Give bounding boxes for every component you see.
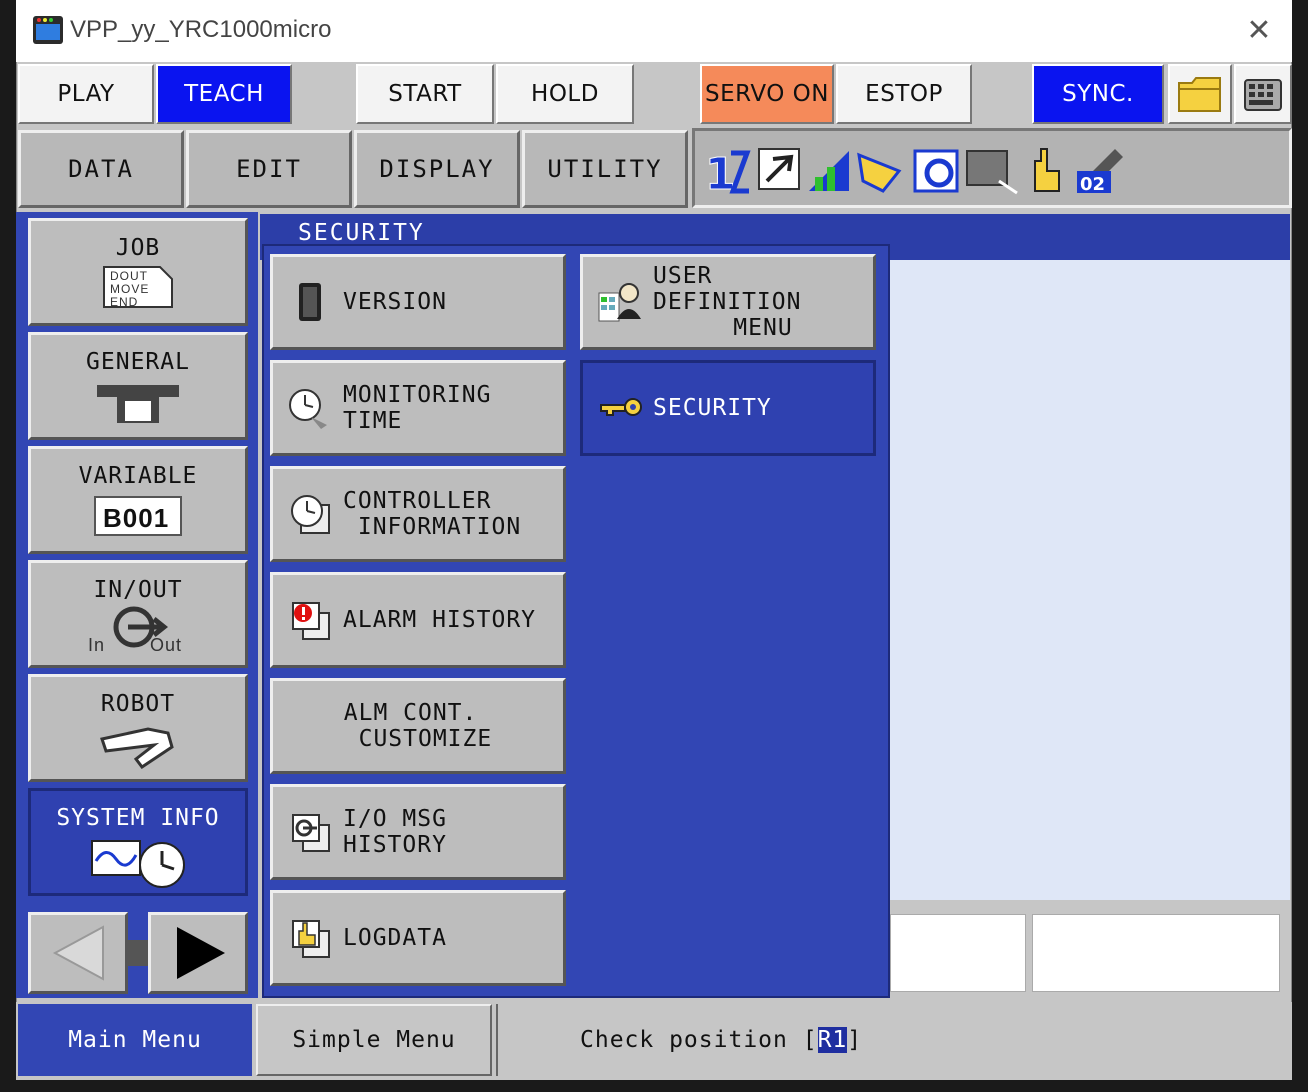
- controller-information-label-1: CONTROLLER: [343, 488, 492, 514]
- logdata-item[interactable]: LOGDATA: [270, 890, 566, 986]
- status-suffix: ]: [847, 1027, 863, 1053]
- info-box-2: [1032, 914, 1280, 992]
- left-arrow-icon: [52, 925, 104, 981]
- svg-text:DOUT: DOUT: [110, 269, 148, 283]
- job-button[interactable]: JOB DOUT MOVE END: [28, 218, 248, 326]
- version-label: VERSION: [343, 289, 447, 315]
- variable-button[interactable]: VARIABLE B001: [28, 446, 248, 554]
- mode-icon[interactable]: [857, 152, 902, 193]
- keyboard-icon: [1244, 79, 1282, 111]
- general-icon: [97, 385, 179, 423]
- alarm-history-item[interactable]: ALARM HISTORY: [270, 572, 566, 668]
- svg-text:02: 02: [1080, 174, 1105, 195]
- monitoring-time-item[interactable]: MONITORING TIME: [270, 360, 566, 456]
- inout-icon: In Out: [88, 606, 182, 653]
- svg-text:In: In: [88, 635, 105, 653]
- window-title: VPP_yy_YRC1000micro: [70, 16, 332, 43]
- user-definition-label-1: USER DEFINITION: [653, 263, 802, 315]
- prev-page-button[interactable]: [28, 912, 128, 994]
- alarm-history-label: ALARM HISTORY: [343, 607, 537, 633]
- general-button[interactable]: GENERAL: [28, 332, 248, 440]
- hold-button[interactable]: HOLD: [496, 64, 634, 124]
- variable-icon: B001: [94, 496, 182, 536]
- app-icon: [33, 16, 63, 44]
- close-icon[interactable]: ✕: [1242, 14, 1276, 48]
- logdata-label: LOGDATA: [343, 925, 447, 951]
- start-button[interactable]: START: [356, 64, 494, 124]
- sync-button[interactable]: SYNC.: [1032, 64, 1164, 124]
- status-highlight: R1: [817, 1027, 848, 1053]
- svg-text:MOVE: MOVE: [110, 282, 149, 296]
- data-menu[interactable]: DATA: [18, 130, 184, 208]
- robot-icon: [100, 727, 174, 769]
- status-icon-bar: 1 02: [692, 128, 1292, 208]
- inout-button[interactable]: IN/OUT In Out: [28, 560, 248, 668]
- system-info-label: SYSTEM INFO: [56, 805, 220, 831]
- user-definition-menu-item[interactable]: USER DEFINITION MENU: [580, 254, 876, 350]
- version-item[interactable]: VERSION: [270, 254, 566, 350]
- svg-text:END: END: [110, 295, 138, 309]
- system-info-icon: [91, 840, 185, 888]
- alm-cont-label-2: CUSTOMIZE: [343, 726, 493, 752]
- info-box-1: [890, 914, 1026, 992]
- content-area: [890, 260, 1290, 900]
- svg-text:Out: Out: [150, 635, 182, 653]
- right-arrow-icon: [177, 927, 225, 979]
- security-item[interactable]: SECURITY: [580, 360, 876, 456]
- monitoring-time-label: MONITORING TIME: [343, 382, 492, 434]
- main-menu-tab[interactable]: Main Menu: [18, 1004, 252, 1076]
- arrow-divider: [128, 940, 150, 966]
- user-definition-icon: [598, 283, 641, 322]
- speed-icon[interactable]: [809, 151, 849, 191]
- manipulator-02-icon[interactable]: 02: [1077, 149, 1123, 195]
- next-page-button[interactable]: [148, 912, 248, 994]
- system-info-button[interactable]: SYSTEM INFO: [28, 788, 248, 896]
- robot-button[interactable]: ROBOT: [28, 674, 248, 782]
- alarm-history-icon: [292, 602, 330, 640]
- inout-label: IN/OUT: [93, 577, 183, 603]
- io-msg-history-label: I/O MSG HISTORY: [343, 806, 447, 858]
- version-icon: [299, 283, 321, 321]
- alm-cont-customize-item[interactable]: ALM CONT. CUSTOMIZE: [270, 678, 566, 774]
- screen-icon[interactable]: [966, 150, 1018, 195]
- controller-information-label-2: INFORMATION: [343, 514, 522, 540]
- user-definition-label-2: MENU: [733, 315, 793, 341]
- simple-menu-tab[interactable]: Simple Menu: [256, 1004, 492, 1076]
- servo-on-button[interactable]: SERVO ON: [700, 64, 834, 124]
- security-label: SECURITY: [653, 395, 772, 421]
- edit-menu[interactable]: EDIT: [186, 130, 352, 208]
- variable-label: VARIABLE: [78, 463, 198, 489]
- key-icon: [600, 398, 642, 416]
- io-msg-history-item[interactable]: I/O MSG HISTORY: [270, 784, 566, 880]
- tool-icon[interactable]: [758, 148, 800, 190]
- coordinate-icon[interactable]: 1: [705, 149, 751, 201]
- alm-cont-label-1: ALM CONT.: [343, 700, 478, 726]
- job-label: JOB: [115, 235, 161, 261]
- cycle-icon[interactable]: [913, 149, 959, 193]
- folder-icon: [1178, 77, 1221, 112]
- status-message: Check position [R1]: [496, 1004, 1290, 1076]
- status-prefix: Check position [: [580, 1027, 818, 1053]
- general-label: GENERAL: [86, 349, 190, 375]
- estop-button[interactable]: ESTOP: [836, 64, 972, 124]
- controller-information-item[interactable]: CONTROLLER INFORMATION: [270, 466, 566, 562]
- page-title: SECURITY: [298, 220, 425, 246]
- job-icon: DOUT MOVE END: [103, 266, 173, 309]
- folder-button[interactable]: [1168, 64, 1232, 124]
- display-menu[interactable]: DISPLAY: [354, 130, 520, 208]
- hand-icon[interactable]: [1034, 148, 1060, 192]
- teach-button[interactable]: TEACH: [156, 64, 292, 124]
- play-button[interactable]: PLAY: [18, 64, 154, 124]
- utility-menu[interactable]: UTILITY: [522, 130, 688, 208]
- controller-information-icon: [291, 495, 330, 534]
- io-msg-history-icon: [292, 814, 330, 852]
- robot-label: ROBOT: [100, 691, 176, 717]
- monitoring-time-icon: [289, 389, 327, 429]
- svg-text:B001: B001: [103, 503, 169, 533]
- keyboard-button[interactable]: [1234, 64, 1292, 124]
- logdata-icon: [292, 920, 330, 958]
